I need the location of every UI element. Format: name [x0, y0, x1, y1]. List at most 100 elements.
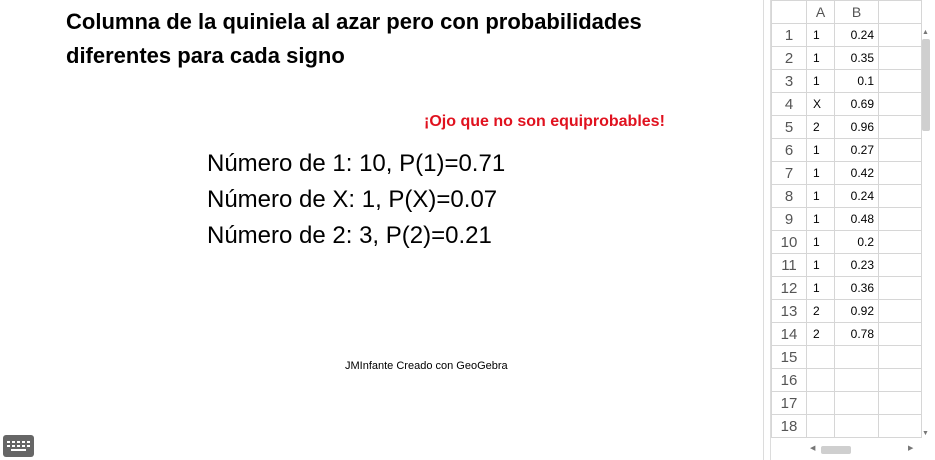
- cell-b[interactable]: 0.35: [834, 46, 879, 70]
- row-header[interactable]: 7: [771, 161, 807, 185]
- cell-b[interactable]: 0.2: [834, 230, 879, 254]
- vertical-scroll-thumb[interactable]: [922, 39, 930, 131]
- cell-a[interactable]: 1: [806, 230, 835, 254]
- row-header[interactable]: 18: [771, 414, 807, 438]
- cell-a[interactable]: [806, 345, 835, 369]
- corner-cell[interactable]: [771, 0, 807, 24]
- cell-b[interactable]: [834, 368, 879, 392]
- cell-a[interactable]: 2: [806, 115, 835, 139]
- row-header[interactable]: 13: [771, 299, 807, 323]
- table-row: 8 1 0.24: [771, 184, 922, 208]
- scroll-down-icon[interactable]: ▼: [922, 430, 929, 437]
- cell-c[interactable]: [878, 345, 922, 369]
- row-header[interactable]: 2: [771, 46, 807, 70]
- column-header-b[interactable]: B: [834, 0, 879, 24]
- view-divider[interactable]: [763, 0, 771, 460]
- table-row: 5 2 0.96: [771, 115, 922, 139]
- cell-c[interactable]: [878, 230, 922, 254]
- row-header[interactable]: 12: [771, 276, 807, 300]
- cell-c[interactable]: [878, 184, 922, 208]
- row-header[interactable]: 16: [771, 368, 807, 392]
- row-header[interactable]: 6: [771, 138, 807, 162]
- table-row: 4 X 0.69: [771, 92, 922, 116]
- cell-b[interactable]: 0.24: [834, 184, 879, 208]
- cell-a[interactable]: 1: [806, 253, 835, 277]
- cell-c[interactable]: [878, 299, 922, 323]
- vertical-scrollbar[interactable]: ▲ ▼: [920, 25, 932, 443]
- cell-a[interactable]: 1: [806, 161, 835, 185]
- cell-a[interactable]: 1: [806, 23, 835, 47]
- cell-b[interactable]: 0.24: [834, 23, 879, 47]
- cell-b[interactable]: 0.23: [834, 253, 879, 277]
- table-row: 3 1 0.1: [771, 69, 922, 93]
- cell-c[interactable]: [878, 115, 922, 139]
- row-header[interactable]: 1: [771, 23, 807, 47]
- cell-c[interactable]: [878, 92, 922, 116]
- row-header[interactable]: 11: [771, 253, 807, 277]
- cell-c[interactable]: [878, 391, 922, 415]
- scroll-left-icon[interactable]: ◀: [810, 444, 815, 452]
- cell-b[interactable]: [834, 414, 879, 438]
- horizontal-scrollbar[interactable]: ◀ ▶: [806, 443, 919, 457]
- page-title: Columna de la quiniela al azar pero con …: [66, 9, 642, 68]
- keyboard-icon[interactable]: [3, 435, 34, 457]
- cell-c[interactable]: [878, 368, 922, 392]
- scroll-right-icon[interactable]: ▶: [908, 444, 913, 452]
- row-header[interactable]: 10: [771, 230, 807, 254]
- cell-a[interactable]: [806, 391, 835, 415]
- row-header[interactable]: 15: [771, 345, 807, 369]
- graphics-view[interactable]: Columna de la quiniela al azar pero con …: [0, 0, 763, 460]
- cell-c[interactable]: [878, 23, 922, 47]
- cell-b[interactable]: 0.92: [834, 299, 879, 323]
- cell-c[interactable]: [878, 138, 922, 162]
- cell-b[interactable]: 0.1: [834, 69, 879, 93]
- row-header[interactable]: 4: [771, 92, 807, 116]
- table-row: 13 2 0.92: [771, 299, 922, 323]
- cell-c[interactable]: [878, 414, 922, 438]
- spreadsheet-view[interactable]: A B 1 1 0.24 2 1 0.35 3 1 0.1 4 X 0.69 5 2 0.96 6 1 0.27 7…: [771, 0, 935, 460]
- row-header[interactable]: 9: [771, 207, 807, 231]
- row-header[interactable]: 14: [771, 322, 807, 346]
- cell-b[interactable]: 0.27: [834, 138, 879, 162]
- horizontal-scroll-thumb[interactable]: [821, 446, 851, 454]
- row-header[interactable]: 8: [771, 184, 807, 208]
- cell-a[interactable]: 2: [806, 299, 835, 323]
- cell-c[interactable]: [878, 207, 922, 231]
- count-2-text: Número de 2: 3, P(2)=0.21: [207, 222, 492, 249]
- table-row: 7 1 0.42: [771, 161, 922, 185]
- cell-b[interactable]: 0.42: [834, 161, 879, 185]
- cell-b[interactable]: 0.78: [834, 322, 879, 346]
- cell-a[interactable]: 1: [806, 184, 835, 208]
- cell-c[interactable]: [878, 46, 922, 70]
- cell-a[interactable]: X: [806, 92, 835, 116]
- cell-a[interactable]: 1: [806, 276, 835, 300]
- cell-b[interactable]: 0.36: [834, 276, 879, 300]
- cell-c[interactable]: [878, 276, 922, 300]
- cell-c[interactable]: [878, 69, 922, 93]
- scroll-up-icon[interactable]: ▲: [922, 29, 929, 36]
- row-header[interactable]: 3: [771, 69, 807, 93]
- cell-a[interactable]: 1: [806, 46, 835, 70]
- cell-a[interactable]: 1: [806, 69, 835, 93]
- cell-a[interactable]: 2: [806, 322, 835, 346]
- column-header-a[interactable]: A: [806, 0, 835, 24]
- cell-b[interactable]: 0.69: [834, 92, 879, 116]
- cell-a[interactable]: 1: [806, 138, 835, 162]
- table-row: 10 1 0.2: [771, 230, 922, 254]
- cell-a[interactable]: [806, 368, 835, 392]
- cell-b[interactable]: 0.48: [834, 207, 879, 231]
- cell-a[interactable]: 1: [806, 207, 835, 231]
- cell-c[interactable]: [878, 161, 922, 185]
- cell-a[interactable]: [806, 414, 835, 438]
- row-header[interactable]: 5: [771, 115, 807, 139]
- row-header[interactable]: 17: [771, 391, 807, 415]
- table-row: 18: [771, 414, 922, 438]
- cell-b[interactable]: [834, 391, 879, 415]
- cell-b[interactable]: 0.96: [834, 115, 879, 139]
- cell-b[interactable]: [834, 345, 879, 369]
- cell-c[interactable]: [878, 322, 922, 346]
- counts-block: Número de 1: 10, P(1)=0.71 Número de X: …: [207, 146, 505, 254]
- column-header-c[interactable]: [878, 0, 922, 24]
- cell-c[interactable]: [878, 253, 922, 277]
- table-row: 9 1 0.48: [771, 207, 922, 231]
